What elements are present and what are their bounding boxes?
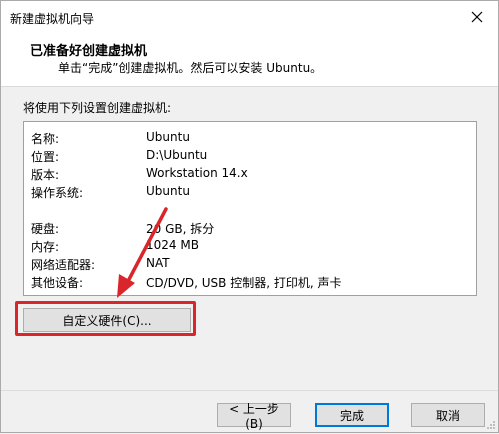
setting-value: Ubuntu <box>146 184 190 198</box>
close-button[interactable] <box>460 3 494 31</box>
settings-intro-label: 将使用下列设置创建虚拟机: <box>23 101 172 115</box>
setting-value: D:\Ubuntu <box>146 148 208 162</box>
setting-key: 版本: <box>31 168 60 182</box>
footer-divider <box>1 390 498 391</box>
setting-key: 位置: <box>31 150 60 164</box>
new-vm-wizard-window: 新建虚拟机向导 已准备好创建虚拟机 单击“完成”创建虚拟机。然后可以安装 Ubu… <box>0 0 499 433</box>
setting-key: 操作系统: <box>31 186 84 200</box>
cancel-button[interactable]: 取消 <box>411 403 485 427</box>
setting-value: 1024 MB <box>146 238 199 252</box>
setting-key: 其他设备: <box>31 276 84 290</box>
setting-key: 名称: <box>31 132 60 146</box>
setting-value: Workstation 14.x <box>146 166 248 180</box>
back-button[interactable]: < 上一步(B) <box>217 402 291 431</box>
page-title: 已准备好创建虚拟机 <box>30 44 148 59</box>
setting-value: Ubuntu <box>146 130 190 144</box>
settings-summary-list[interactable]: 名称: Ubuntu 位置: D:\Ubuntu 版本: Workstation… <box>23 121 477 296</box>
window-title: 新建虚拟机向导 <box>10 12 95 26</box>
finish-button[interactable]: 完成 <box>315 403 389 427</box>
setting-value: 20 GB, 拆分 <box>146 222 215 236</box>
close-icon <box>471 11 483 23</box>
setting-key: 网络适配器: <box>31 258 96 272</box>
resize-grip-icon[interactable] <box>486 420 496 430</box>
highlight-box <box>15 301 196 336</box>
setting-value: NAT <box>146 256 170 270</box>
setting-value: CD/DVD, USB 控制器, 打印机, 声卡 <box>146 276 342 290</box>
setting-key: 内存: <box>31 240 60 254</box>
page-subtitle: 单击“完成”创建虚拟机。然后可以安装 Ubuntu。 <box>58 61 323 75</box>
title-bar: 新建虚拟机向导 <box>1 1 498 33</box>
setting-key: 硬盘: <box>31 222 60 236</box>
wizard-header: 已准备好创建虚拟机 单击“完成”创建虚拟机。然后可以安装 Ubuntu。 <box>1 33 498 87</box>
